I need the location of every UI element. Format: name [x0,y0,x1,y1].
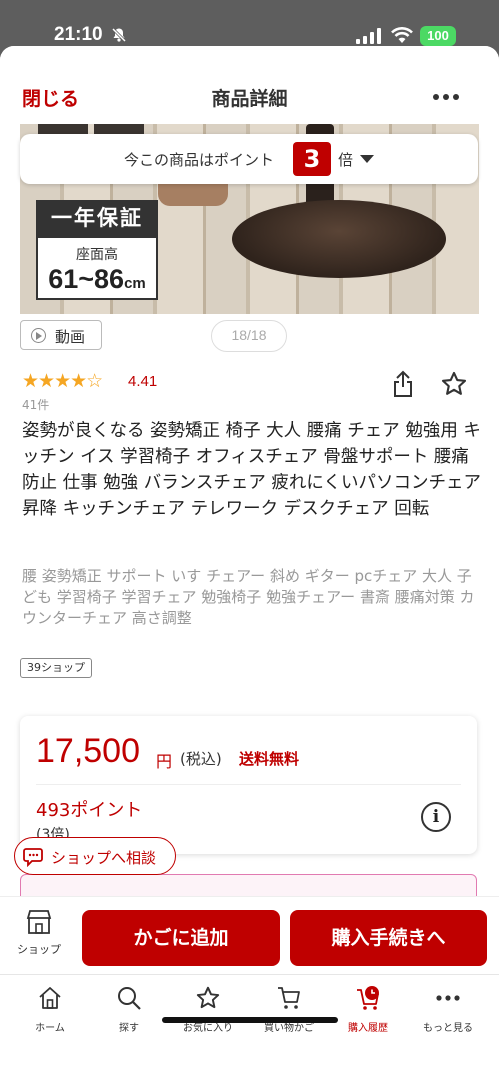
tab-home-label: ホーム [35,1023,65,1034]
share-icon[interactable] [392,370,414,398]
seat-height-box: 座面高 61~86cm [36,236,158,300]
chat-icon [23,848,43,867]
signal-icon [356,28,381,44]
seat-height-label: 座面高 [76,247,118,263]
star-icon [196,986,220,1009]
points-amount: 493ポイント [36,800,143,821]
page-title: 商品詳細 [211,88,288,110]
tab-more[interactable]: もっと見る [408,985,488,1034]
more-icon [436,995,460,1001]
free-shipping-label: 送料無料 [239,750,300,768]
tab-history-label: 購入履歴 [348,1023,388,1034]
checkout-button[interactable]: 購入手続きへ [290,910,487,966]
tab-cart[interactable]: 買い物かご [249,985,329,1034]
points-campaign-dropdown[interactable]: 今この商品はポイント 3 倍 [20,134,478,184]
tab-more-label: もっと見る [423,1023,473,1034]
price-card: 17,500 円 (税込) 送料無料 493ポイント (3倍) i [20,716,477,854]
points-campaign-suffix: 倍 [338,151,354,169]
tab-bar: ホーム 探す お気に入り 買い物かご 購入履歴 もっと見る [0,974,499,1080]
review-count[interactable]: 41件 [22,396,49,413]
shop-icon [26,910,52,934]
shop-button[interactable]: ショップ [14,909,64,957]
rating-row[interactable]: ★★★★☆ 4.41 [22,370,157,392]
add-to-cart-button[interactable]: かごに追加 [82,910,280,966]
shop-consult-button[interactable]: ショップへ相談 [14,837,176,875]
product-title: 姿勢が良くなる 姿勢矯正 椅子 大人 腰痛 チェア 勉強用 キッチン イス 学習… [22,421,482,519]
nav-bar: 閉じる 商品詳細 [0,46,499,124]
tab-favorites[interactable]: お気に入り [168,985,248,1034]
price-currency: 円 [156,752,173,771]
shop-badge: 39ショップ [20,658,92,678]
price-tax-label: (税込) [180,750,222,768]
history-icon [357,986,379,1010]
rating-stars: ★★★★☆ [22,370,103,392]
home-indicator [162,1017,338,1023]
stool-base-image [232,200,446,278]
shop-label: ショップ [17,943,61,956]
battery-icon: 100 [420,26,456,46]
bell-muted-icon [111,27,127,43]
video-label: 動画 [55,328,86,346]
chevron-down-icon [360,155,374,163]
product-detail-sheet: 閉じる 商品詳細 一年保証 座面高 61~86cm 今この商品はポイント 3 倍… [0,46,499,1080]
tab-history[interactable]: 購入履歴 [328,985,408,1034]
product-tags: 腰 姿勢矯正 サポート いす チェアー 斜め ギター pcチェア 大人 子ども … [22,567,475,627]
play-icon [31,328,46,343]
video-button[interactable]: 動画 [20,320,102,350]
points-campaign-text: 今この商品はポイント [124,151,275,169]
home-icon [39,987,61,1009]
status-time: 21:10 [54,24,103,45]
action-bar: ショップ かごに追加 購入手続きへ [0,896,499,972]
seat-height-range: 61~86cm [48,264,146,294]
info-icon[interactable]: i [421,802,451,832]
price-amount: 17,500 [36,732,140,770]
wifi-icon [391,27,413,43]
ellipsis-icon[interactable] [432,93,460,101]
cart-icon [278,987,300,1009]
tab-search[interactable]: 探す [89,985,169,1034]
divider [36,784,461,785]
points-multiplier-badge: 3 [293,142,331,176]
tab-home[interactable]: ホーム [10,985,90,1034]
image-counter: 18/18 [211,320,287,352]
search-icon [118,987,141,1010]
tab-search-label: 探す [119,1023,139,1034]
warranty-label: 一年保証 [36,200,158,236]
star-outline-icon[interactable] [440,370,468,398]
rating-score: 4.41 [128,373,158,390]
shop-consult-label: ショップへ相談 [51,849,157,867]
